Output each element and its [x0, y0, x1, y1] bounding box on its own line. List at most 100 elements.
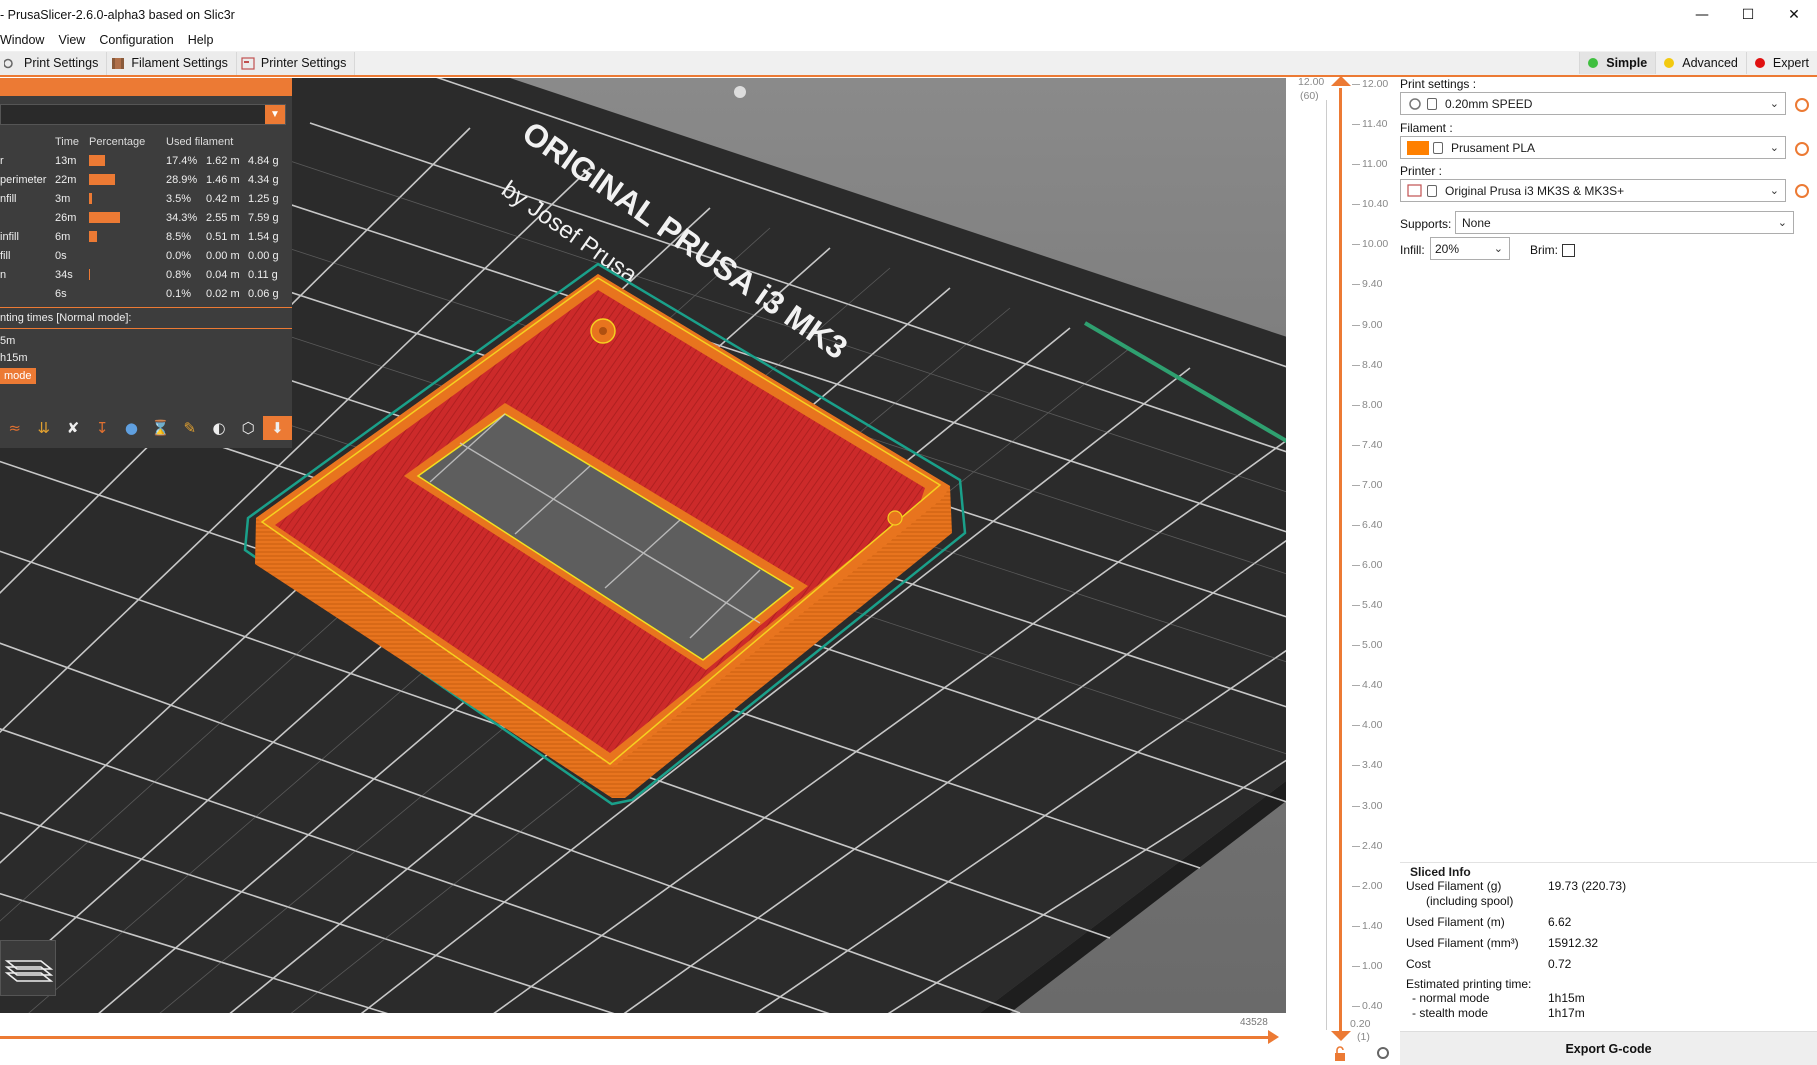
percentage-bar [89, 174, 115, 186]
window-controls: — ☐ ✕ [1679, 0, 1817, 30]
layer-tick-label: 11.00 [1362, 158, 1388, 170]
tab-bar: Print Settings Filament Settings Printer… [0, 51, 1817, 77]
printer-combo[interactable]: Original Prusa i3 MK3S & MK3S+ ⌄ [1400, 179, 1786, 202]
center-of-gravity-icon[interactable]: ◐ [204, 416, 233, 440]
layer-tick-label: 3.00 [1362, 800, 1383, 812]
chevron-down-icon[interactable]: ▼ [265, 105, 285, 124]
used-filament-mm3-label: Used Filament (mm³) [1406, 936, 1519, 950]
move-slider-track[interactable] [0, 1036, 1270, 1039]
col-used-filament: Used filament [166, 135, 234, 148]
layer-tick [1352, 926, 1360, 927]
mode-expert[interactable]: Expert [1745, 52, 1817, 74]
layer-tick-label: 9.00 [1362, 319, 1383, 331]
minimize-button[interactable]: — [1679, 0, 1725, 30]
printer-icon [241, 56, 255, 70]
filament-combo[interactable]: Prusament PLA ⌄ [1400, 136, 1786, 159]
sliced-info-panel: Sliced Info Used Filament (g) 19.73 (220… [1400, 862, 1817, 1022]
table-row: r 13m 17.4% 1.62 m 4.84 g [0, 154, 279, 167]
travel-icon[interactable]: ≈ [0, 416, 29, 440]
bottom-layer-height: 0.20 [1350, 1018, 1371, 1030]
tab-label: Filament Settings [131, 56, 228, 70]
print-settings-combo[interactable]: 0.20mm SPEED ⌄ [1400, 92, 1786, 115]
tab-printer-settings[interactable]: Printer Settings [236, 51, 356, 75]
export-gcode-button[interactable]: Export G-code [1400, 1031, 1817, 1065]
move-slider-thumb[interactable] [1268, 1030, 1279, 1044]
mode-toggle-button[interactable]: mode [0, 368, 36, 384]
settings-cog-icon[interactable] [1376, 1046, 1390, 1060]
stealth-mode-label: - stealth mode [1412, 1006, 1489, 1020]
edit-filament-icon[interactable] [1795, 142, 1809, 156]
color-change-icon[interactable]: ● [117, 416, 146, 440]
layer-tick [1352, 605, 1360, 606]
custom-gcode-icon[interactable]: ✎ [175, 416, 204, 440]
layer-tick-label: 10.00 [1362, 238, 1389, 250]
bed-screw-marker [734, 86, 746, 98]
shells-icon[interactable]: ⬡ [234, 416, 263, 440]
top-thumb-icon[interactable] [1331, 76, 1351, 88]
retraction-icon[interactable]: ✘ [58, 416, 87, 440]
maximize-button[interactable]: ☐ [1725, 0, 1771, 30]
layer-tick [1352, 765, 1360, 766]
vertical-layer-slider[interactable]: 12.00 (60) 12.00 11.40 11.00 10.40 10.00 9.40… [1286, 76, 1400, 1065]
brim-checkbox[interactable] [1562, 244, 1575, 257]
tool-marker-icon[interactable]: ⬇ [262, 416, 293, 440]
tab-label: Printer Settings [260, 56, 347, 70]
close-button[interactable]: ✕ [1771, 0, 1817, 30]
move-slider-value: 43528 [1240, 1017, 1268, 1028]
stealth-mode-value: 1h17m [1548, 1006, 1585, 1020]
chevron-down-icon: ⌄ [1769, 141, 1779, 154]
lock-icon [1427, 184, 1437, 197]
layer-slider-track[interactable] [1339, 88, 1342, 1038]
layers-toggle-button[interactable] [0, 940, 56, 996]
horizontal-move-slider[interactable]: 43528 [0, 1013, 1286, 1065]
layer-tick-label: 6.40 [1362, 519, 1383, 531]
edit-print-settings-icon[interactable] [1795, 98, 1809, 112]
layer-tick [1352, 244, 1360, 245]
simple-dot-icon [1588, 58, 1599, 68]
pause-icon[interactable]: ⌛ [146, 416, 175, 440]
infill-combo[interactable]: 20% ⌄ [1430, 237, 1510, 260]
percentage-bar [89, 269, 90, 281]
legend-divider [0, 307, 292, 308]
print-settings-label: Print settings : [1400, 77, 1477, 91]
menu-help[interactable]: Help [188, 33, 214, 47]
wipe-icon[interactable]: ⇊ [29, 416, 58, 440]
deretraction-icon[interactable]: ↧ [88, 416, 117, 440]
layer-tick [1352, 846, 1360, 847]
percentage-bar [89, 212, 120, 224]
bottom-thumb-icon[interactable] [1331, 1031, 1351, 1043]
table-row: 6s 0.1% 0.02 m 0.06 g [55, 287, 279, 300]
title-bar: - PrusaSlicer-2.6.0-alpha3 based on Slic… [0, 0, 1817, 30]
menu-window[interactable]: Window [0, 33, 44, 47]
infill-label: Infill: [1400, 243, 1425, 257]
layer-tick [1352, 164, 1360, 165]
printer-label: Printer : [1400, 164, 1443, 178]
menu-view[interactable]: View [58, 33, 85, 47]
advanced-dot-icon [1664, 58, 1675, 68]
layer-tick [1352, 685, 1360, 686]
cost-label: Cost [1406, 957, 1431, 971]
bottom-layer-number: (1) [1357, 1031, 1370, 1043]
including-spool-label: (including spool) [1426, 894, 1514, 908]
tab-filament-settings[interactable]: Filament Settings [107, 51, 237, 75]
view-type-combo[interactable]: ▼ [0, 104, 286, 125]
supports-combo[interactable]: None ⌄ [1455, 211, 1794, 234]
used-filament-m-value: 6.62 [1548, 915, 1572, 929]
feature-type-table: Time Percentage Used filament r 13m 17.4% 1… [0, 132, 292, 303]
layer-tick [1352, 204, 1360, 205]
filament-color-swatch [1407, 140, 1429, 155]
edit-printer-icon[interactable] [1795, 184, 1809, 198]
layer-tick-label: 8.40 [1362, 359, 1383, 371]
layer-tick-label: 2.40 [1362, 840, 1383, 852]
layer-tick-label: 6.00 [1362, 559, 1383, 571]
mode-advanced[interactable]: Advanced [1655, 52, 1746, 74]
legend-panel: ▼ Time Percentage Used filament r 13m 17.4… [0, 78, 293, 448]
mode-simple[interactable]: Simple [1579, 52, 1656, 74]
cost-value: 0.72 [1548, 957, 1572, 971]
tab-print-settings[interactable]: Print Settings [0, 51, 108, 75]
menu-configuration[interactable]: Configuration [99, 33, 173, 47]
layer-tick [1352, 525, 1360, 526]
lock-icon[interactable] [1333, 1046, 1347, 1062]
printer-icon [1407, 183, 1423, 198]
print-settings-icon [1407, 97, 1423, 111]
